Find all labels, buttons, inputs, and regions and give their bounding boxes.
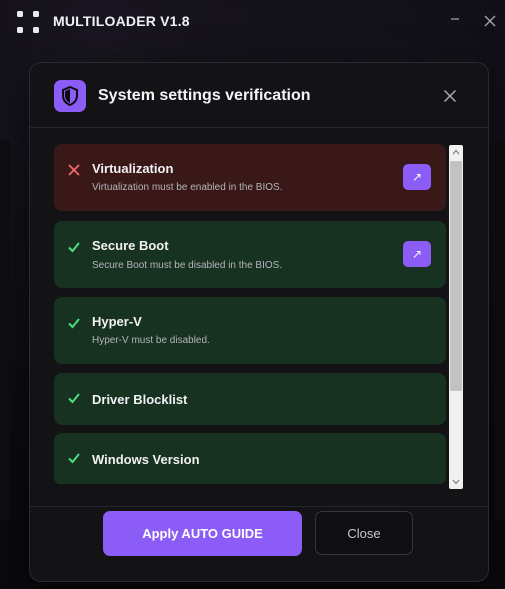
settings-verification-modal: System settings verification Virtualizat… — [29, 62, 489, 582]
check-description: Virtualization must be enabled in the BI… — [92, 182, 283, 193]
external-link-icon: ↗ — [411, 247, 423, 261]
apply-auto-guide-button[interactable]: Apply AUTO GUIDE — [103, 511, 302, 556]
scroll-thumb[interactable] — [450, 161, 462, 391]
shield-icon — [54, 80, 86, 112]
close-icon[interactable] — [439, 85, 461, 107]
check-status-icon — [67, 451, 81, 465]
modal-header: System settings verification — [30, 63, 488, 128]
check-item-windows-version: Windows Version — [54, 433, 446, 484]
check-item-driver-blocklist: Driver Blocklist — [54, 373, 446, 425]
open-link-button[interactable]: ↗ — [403, 241, 431, 267]
modal-title: System settings verification — [98, 87, 311, 104]
scrollbar[interactable] — [449, 145, 463, 489]
window-close-icon[interactable] — [477, 8, 503, 34]
close-button[interactable]: Close — [315, 511, 413, 555]
checks-list: Virtualization Virtualization must be en… — [54, 144, 446, 484]
check-title: Virtualization — [92, 161, 174, 176]
check-description: Secure Boot must be disabled in the BIOS… — [92, 260, 283, 271]
x-status-icon — [67, 163, 81, 177]
check-status-icon — [67, 240, 81, 254]
check-title: Driver Blocklist — [92, 392, 188, 407]
external-link-icon: ↗ — [411, 170, 423, 184]
check-item-secure-boot: Secure Boot Secure Boot must be disabled… — [54, 221, 446, 288]
background-panel-right — [495, 140, 505, 520]
check-item-hyper-v: Hyper-V Hyper-V must be disabled. — [54, 297, 446, 364]
open-link-button[interactable]: ↗ — [403, 164, 431, 190]
check-title: Windows Version — [92, 452, 200, 467]
scroll-down-icon[interactable] — [449, 475, 463, 489]
background-panel-left — [0, 140, 10, 520]
check-description: Hyper-V must be disabled. — [92, 335, 210, 346]
scroll-up-icon[interactable] — [449, 145, 463, 159]
check-title: Secure Boot — [92, 238, 169, 253]
app-logo-icon — [17, 11, 39, 33]
check-status-icon — [67, 391, 81, 405]
title-bar: MULTILOADER V1.8 — [0, 0, 505, 44]
check-item-virtualization: Virtualization Virtualization must be en… — [54, 144, 446, 211]
app-title: MULTILOADER V1.8 — [53, 13, 190, 29]
check-title: Hyper-V — [92, 314, 142, 329]
minimize-icon[interactable] — [442, 8, 468, 34]
modal-footer: Apply AUTO GUIDE Close — [30, 506, 488, 581]
check-status-icon — [67, 316, 81, 330]
